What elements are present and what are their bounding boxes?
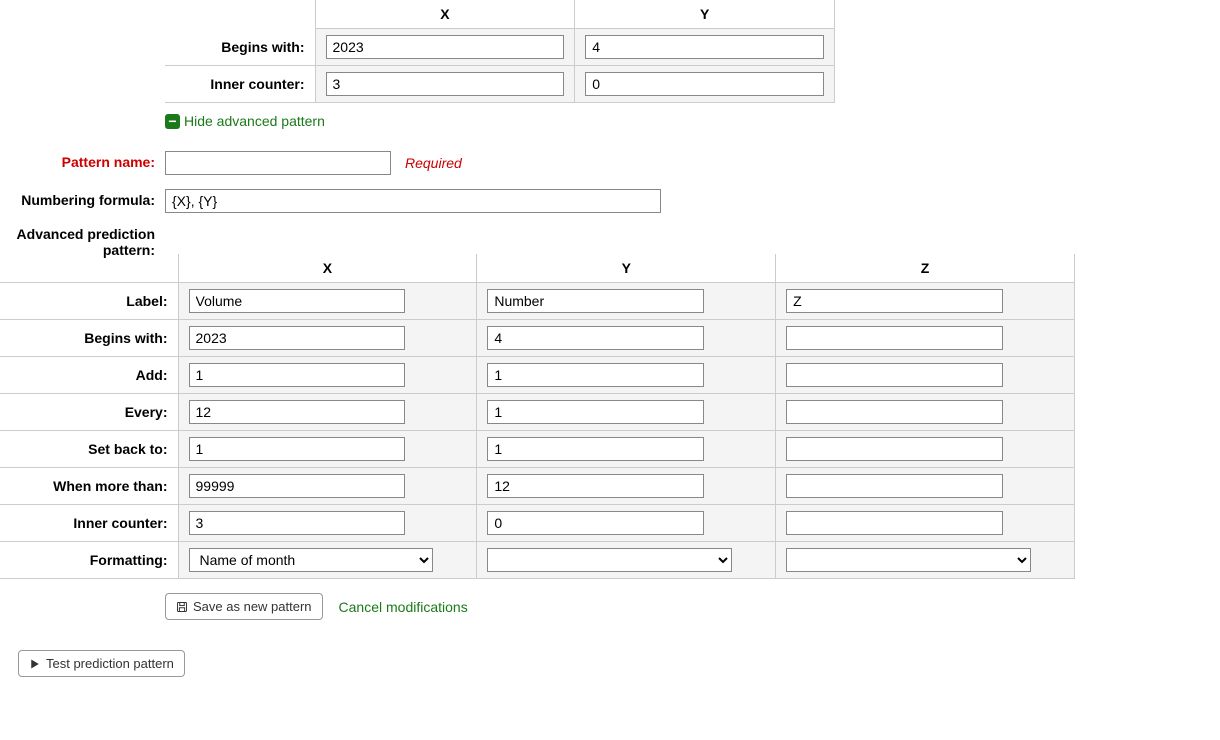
advanced-prediction-pattern-label: Advanced prediction pattern:	[0, 223, 165, 258]
xyz-col-y-header: Y	[477, 254, 776, 283]
xyz-setback-z-input[interactable]	[786, 437, 1003, 461]
hide-advanced-pattern-link[interactable]: − Hide advanced pattern	[165, 113, 325, 129]
xyz-begins-with-y-input[interactable]	[487, 326, 704, 350]
top-row-inner-counter-label: Inner counter:	[165, 66, 315, 103]
top-xy-table: X Y Begins with: Inner counter:	[165, 0, 835, 103]
xyz-label-z-input[interactable]	[786, 289, 1003, 313]
xyz-inner-counter-z-input[interactable]	[786, 511, 1003, 535]
save-button-label: Save as new pattern	[193, 599, 312, 614]
xyz-label-y-input[interactable]	[487, 289, 704, 313]
xyz-row-whenmore-label: When more than:	[0, 468, 178, 505]
xyz-inner-counter-x-input[interactable]	[189, 511, 406, 535]
xyz-empty-header	[0, 254, 178, 283]
play-icon	[29, 658, 41, 670]
empty-header	[165, 0, 315, 29]
xyz-begins-with-x-input[interactable]	[189, 326, 406, 350]
minus-icon: −	[165, 114, 180, 129]
top-col-x-header: X	[315, 0, 575, 29]
xyz-inner-counter-y-input[interactable]	[487, 511, 704, 535]
top-row-begins-with-label: Begins with:	[165, 29, 315, 66]
save-as-new-pattern-button[interactable]: Save as new pattern	[165, 593, 323, 620]
top-col-y-header: Y	[575, 0, 835, 29]
test-prediction-pattern-button[interactable]: Test prediction pattern	[18, 650, 185, 677]
xyz-add-y-input[interactable]	[487, 363, 704, 387]
top-begins-with-y-input[interactable]	[585, 35, 824, 59]
top-begins-with-x-input[interactable]	[326, 35, 565, 59]
xyz-col-x-header: X	[178, 254, 477, 283]
top-inner-counter-x-input[interactable]	[326, 72, 565, 96]
hide-advanced-pattern-label: Hide advanced pattern	[184, 113, 325, 129]
xyz-row-begins-with-label: Begins with:	[0, 320, 178, 357]
xyz-row-inner-counter-label: Inner counter:	[0, 505, 178, 542]
xyz-every-y-input[interactable]	[487, 400, 704, 424]
required-note: Required	[405, 155, 462, 171]
xyz-row-formatting-label: Formatting:	[0, 542, 178, 579]
xyz-formatting-x-select[interactable]: Name of month	[189, 548, 433, 572]
xyz-add-z-input[interactable]	[786, 363, 1003, 387]
xyz-label-x-input[interactable]	[189, 289, 406, 313]
xyz-setback-y-input[interactable]	[487, 437, 704, 461]
xyz-row-label-label: Label:	[0, 283, 178, 320]
xyz-whenmore-z-input[interactable]	[786, 474, 1003, 498]
pattern-name-label: Pattern name:	[0, 151, 165, 170]
xyz-add-x-input[interactable]	[189, 363, 406, 387]
pattern-name-input[interactable]	[165, 151, 391, 175]
xyz-formatting-y-select[interactable]	[487, 548, 731, 572]
cancel-modifications-link[interactable]: Cancel modifications	[339, 599, 468, 615]
xyz-col-z-header: Z	[776, 254, 1075, 283]
numbering-formula-label: Numbering formula:	[0, 189, 165, 208]
top-inner-counter-y-input[interactable]	[585, 72, 824, 96]
xyz-row-setback-label: Set back to:	[0, 431, 178, 468]
xyz-row-add-label: Add:	[0, 357, 178, 394]
xyz-table: X Y Z Label: Begins with: Add: Every:	[0, 254, 1075, 579]
xyz-setback-x-input[interactable]	[189, 437, 406, 461]
xyz-begins-with-z-input[interactable]	[786, 326, 1003, 350]
xyz-whenmore-x-input[interactable]	[189, 474, 406, 498]
test-button-label: Test prediction pattern	[46, 656, 174, 671]
numbering-formula-input[interactable]	[165, 189, 661, 213]
xyz-whenmore-y-input[interactable]	[487, 474, 704, 498]
xyz-row-every-label: Every:	[0, 394, 178, 431]
xyz-every-x-input[interactable]	[189, 400, 406, 424]
xyz-formatting-z-select[interactable]	[786, 548, 1031, 572]
save-icon	[176, 601, 188, 613]
xyz-every-z-input[interactable]	[786, 400, 1003, 424]
